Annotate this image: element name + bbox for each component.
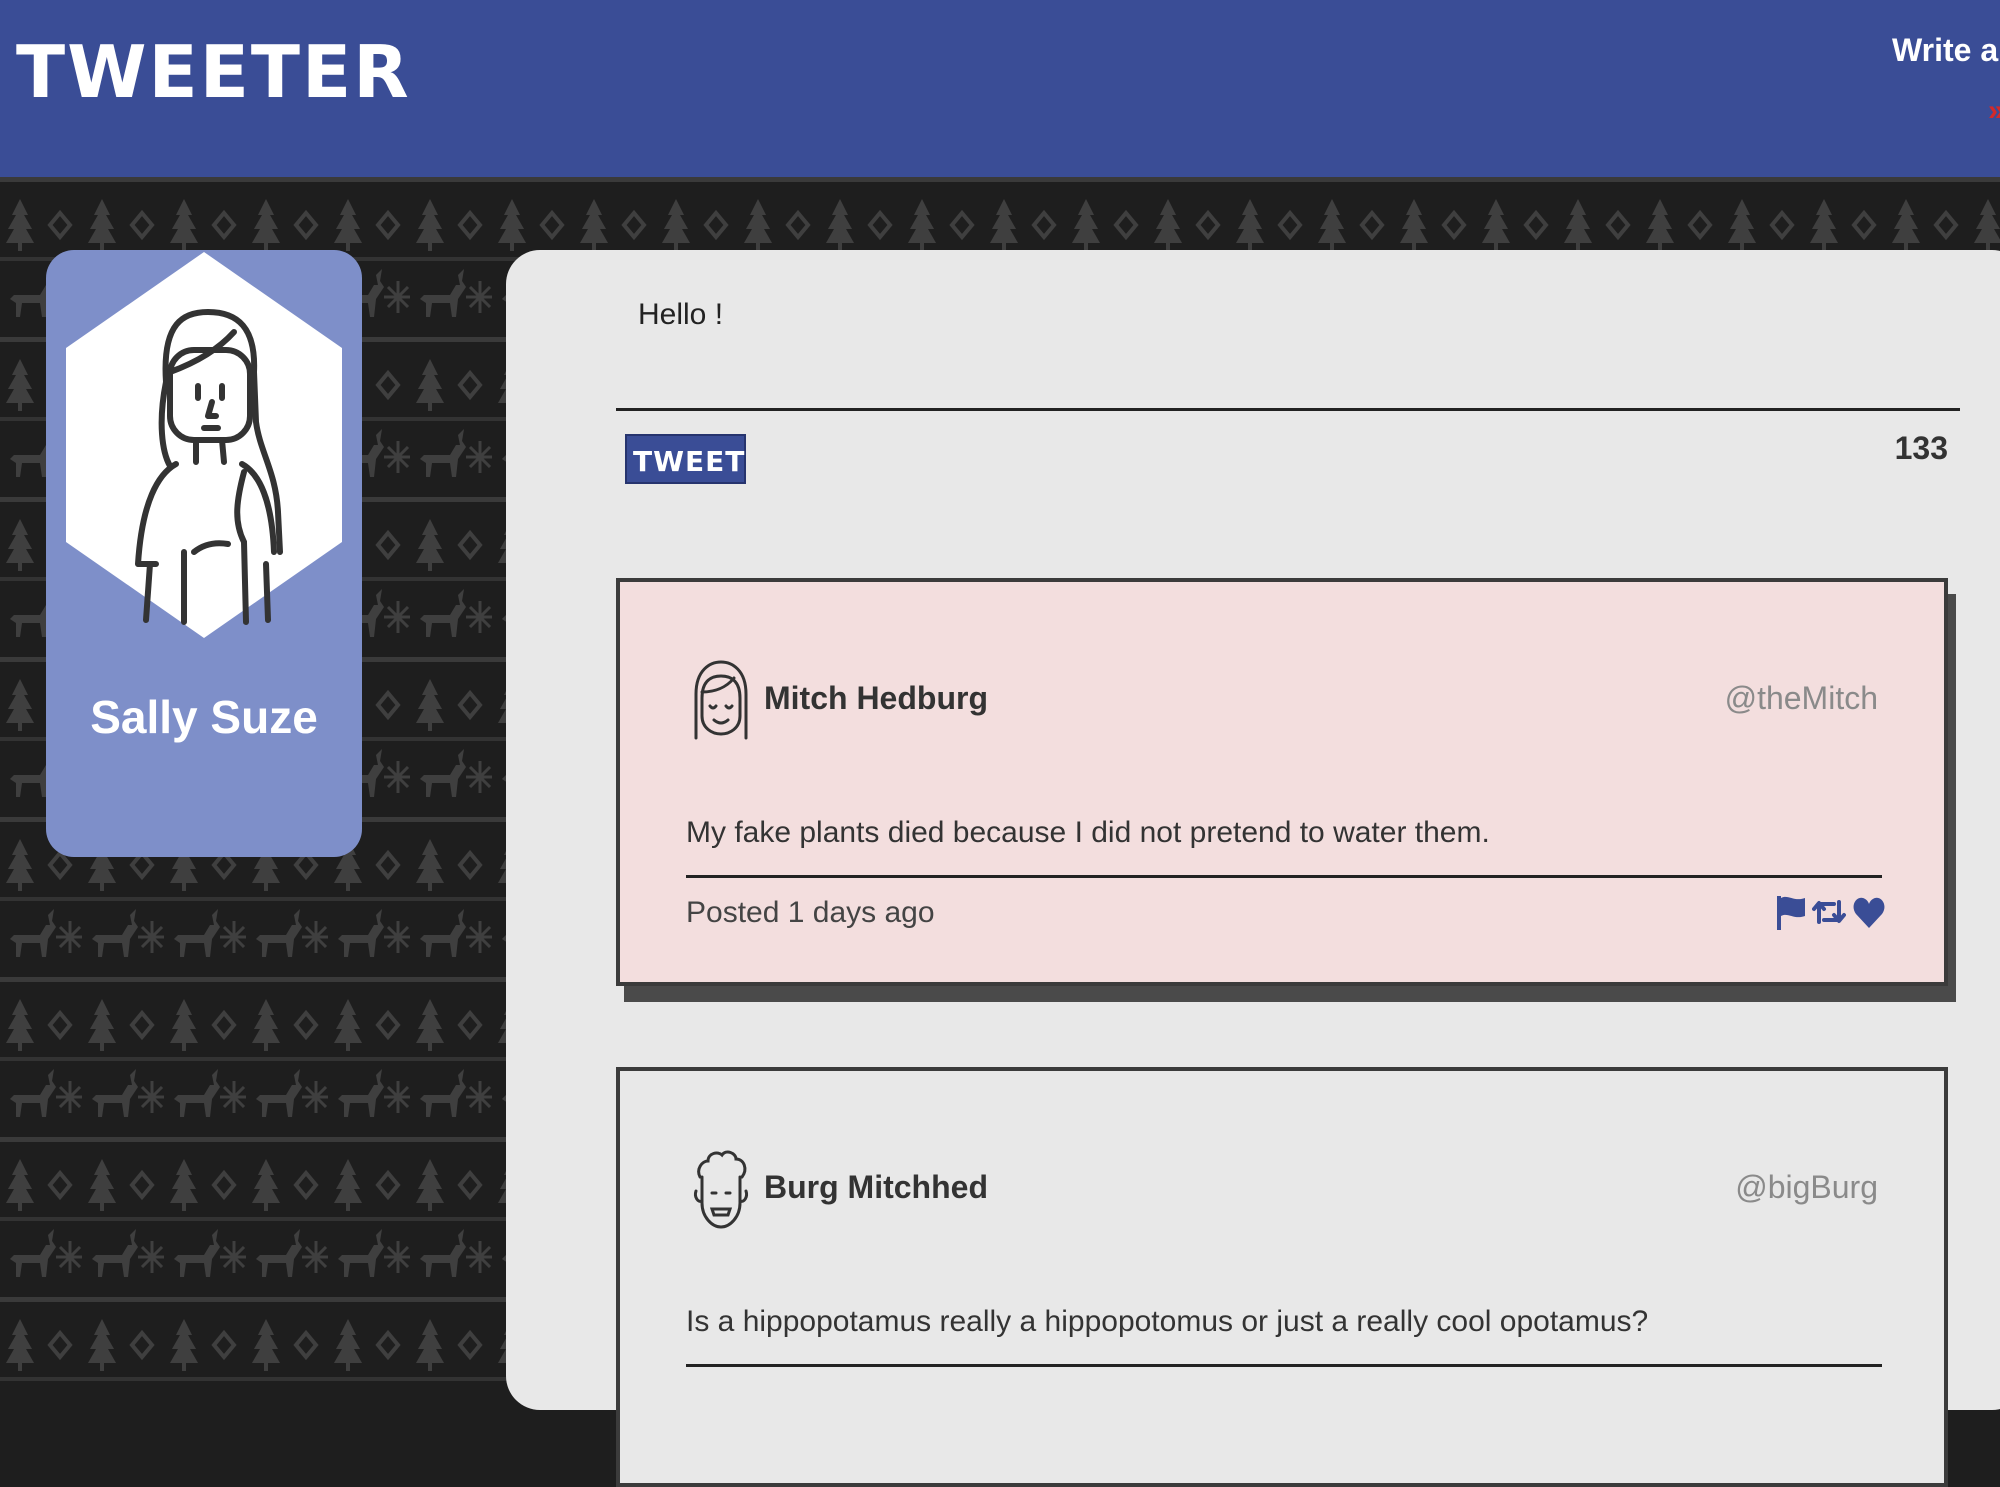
woman-avatar-icon (66, 252, 342, 638)
tweet-divider (686, 875, 1882, 878)
tweet-divider (686, 1364, 1882, 1367)
flag-icon[interactable] (1774, 892, 1808, 932)
tweet-handle[interactable]: @theMitch (1725, 680, 1878, 717)
app-logo[interactable]: TWEETER (16, 30, 411, 114)
tweet-card: Burg Mitchhed @bigBurg Is a hippopotamus… (616, 1067, 1948, 1487)
compose-divider (616, 408, 1960, 411)
retweet-icon[interactable] (1812, 892, 1846, 932)
main-content-panel: Hello ! TWEET 133 Mitch Hedburg @theMitc… (506, 250, 2000, 1487)
character-counter: 133 (1894, 430, 1948, 466)
tweet-handle[interactable]: @bigBurg (1735, 1169, 1878, 1206)
profile-card: Sally Suze (46, 250, 362, 857)
girl-avatar-icon (694, 660, 748, 740)
curly-hair-avatar-icon (694, 1150, 748, 1229)
profile-name: Sally Suze (90, 691, 318, 743)
tweet-text: Is a hippopotamus really a hippopotomus … (686, 1305, 1649, 1338)
write-new-tweet-link[interactable]: Write a n (1892, 32, 2000, 69)
compose-textarea[interactable]: Hello ! (638, 298, 723, 332)
tweet-username[interactable]: Mitch Hedburg (764, 680, 988, 717)
tweet-card: Mitch Hedburg @theMitch My fake plants d… (616, 578, 1948, 986)
toggle-compose-arrow-icon[interactable]: » (1988, 94, 2000, 128)
top-nav-bar: TWEETER Write a n » (0, 0, 2000, 177)
heart-icon[interactable] (1852, 892, 1886, 932)
tweet-username[interactable]: Burg Mitchhed (764, 1169, 988, 1206)
tweet-timestamp: Posted 1 days ago (686, 896, 935, 929)
tweet-text: My fake plants died because I did not pr… (686, 816, 1490, 849)
tweet-button[interactable]: TWEET (625, 434, 746, 484)
tweet-actions (1774, 892, 1886, 932)
